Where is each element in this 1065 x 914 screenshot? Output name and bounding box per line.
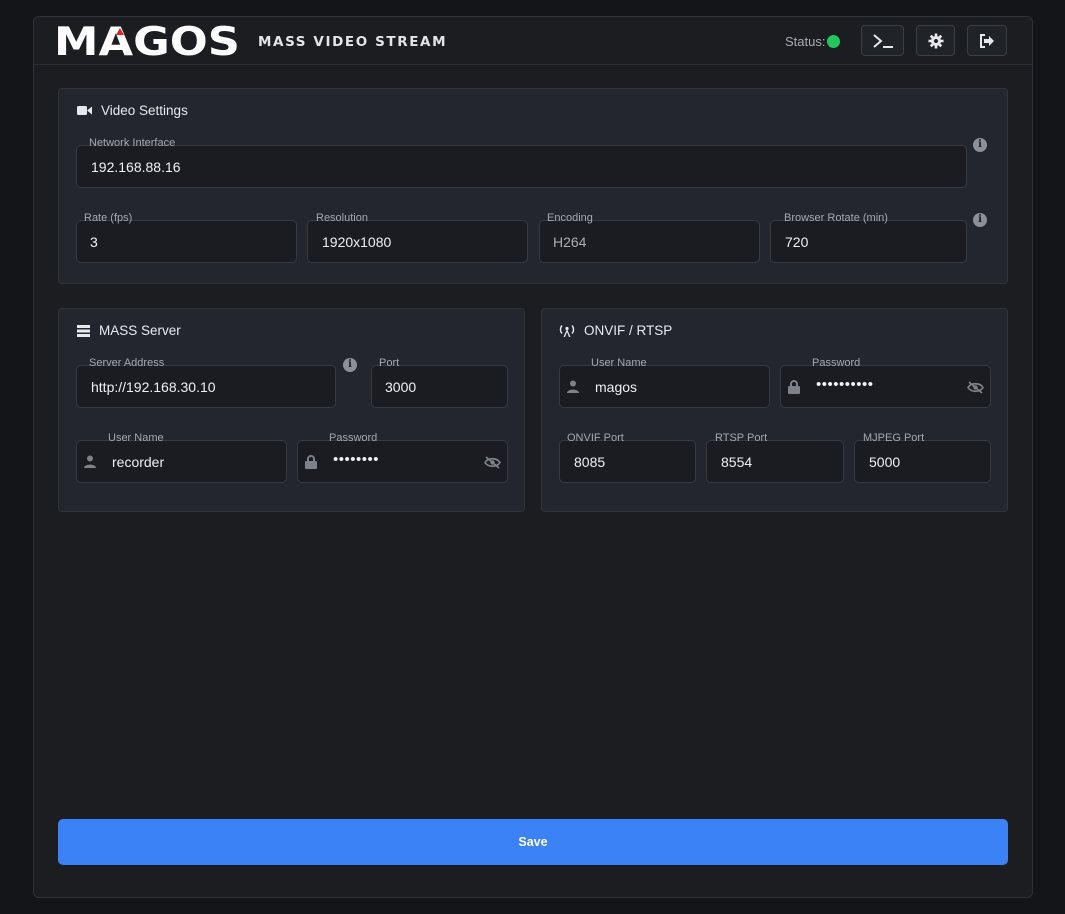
rate-field[interactable]: Rate (fps) 3 — [76, 212, 297, 263]
browser-rotate-label: Browser Rotate (min) — [784, 212, 888, 224]
onvif-port-label: ONVIF Port — [567, 432, 624, 444]
onvif-rtsp-card: ONVIF / RTSP User Name magos Password ••… — [541, 308, 1008, 512]
mass-username-field[interactable]: User Name recorder — [76, 432, 287, 483]
resolution-field[interactable]: Resolution 1920x1080 — [307, 212, 528, 263]
magos-logo: MAGOS — [54, 25, 240, 57]
port-field[interactable]: Port 3000 — [371, 357, 508, 408]
mass-server-card: MASS Server Server Address http://192.16… — [58, 308, 525, 512]
app-subtitle: MASS VIDEO STREAM — [258, 34, 448, 50]
onvif-rtsp-title: ONVIF / RTSP — [559, 323, 672, 338]
onvif-rtsp-title-text: ONVIF / RTSP — [584, 323, 673, 338]
header: MAGOS MASS VIDEO STREAM Status: — [34, 17, 1032, 65]
rtsp-port-label: RTSP Port — [715, 432, 768, 444]
video-settings-title: Video Settings — [77, 103, 188, 118]
onvif-password-label: Password — [812, 357, 861, 369]
port-value: 3000 — [385, 379, 417, 395]
onvif-username-value: magos — [595, 379, 638, 395]
mjpeg-port-field[interactable]: MJPEG Port 5000 — [854, 432, 991, 483]
mass-password-value: •••••••• — [333, 451, 380, 468]
mjpeg-port-value: 5000 — [869, 454, 901, 470]
eye-slash-icon[interactable] — [484, 456, 501, 474]
gear-icon — [928, 33, 943, 48]
server-icon — [77, 324, 90, 337]
network-interface-value: 192.168.88.16 — [91, 159, 181, 175]
network-interface-label: Network Interface — [89, 137, 176, 149]
logout-icon — [980, 33, 994, 48]
network-interface-field[interactable]: Network Interface 192.168.88.16 — [76, 137, 967, 188]
mjpeg-port-label: MJPEG Port — [863, 432, 925, 444]
onvif-username-label: User Name — [591, 357, 647, 369]
video-camera-icon — [77, 105, 92, 116]
app-container: MAGOS MASS VIDEO STREAM Status: Video Se… — [33, 16, 1033, 898]
onvif-password-field[interactable]: Password •••••••••• — [780, 357, 991, 408]
rate-label: Rate (fps) — [84, 212, 133, 224]
mass-server-title-text: MASS Server — [99, 323, 181, 338]
onvif-username-field[interactable]: User Name magos — [559, 357, 770, 408]
port-label: Port — [379, 357, 400, 369]
status-label: Status: — [785, 34, 826, 49]
terminal-button[interactable] — [861, 25, 904, 56]
terminal-icon — [872, 33, 893, 48]
mass-password-label: Password — [329, 432, 378, 444]
encoding-field: Encoding H264 — [539, 212, 760, 263]
encoding-value: H264 — [553, 234, 587, 250]
mass-username-value: recorder — [112, 454, 165, 470]
video-settings-card: Video Settings Network Interface 192.168… — [58, 88, 1008, 284]
settings-button[interactable] — [916, 25, 955, 56]
onvif-port-field[interactable]: ONVIF Port 8085 — [559, 432, 696, 483]
logout-button[interactable] — [967, 25, 1007, 56]
rtsp-port-field[interactable]: RTSP Port 8554 — [706, 432, 844, 483]
rtsp-port-value: 8554 — [721, 454, 753, 470]
user-icon — [567, 380, 579, 398]
info-icon[interactable]: i — [973, 213, 987, 227]
lock-icon — [788, 380, 800, 399]
encoding-label: Encoding — [547, 212, 593, 224]
onvif-password-value: •••••••••• — [816, 376, 874, 393]
server-address-value: http://192.168.30.10 — [91, 379, 216, 395]
save-button[interactable]: Save — [58, 819, 1008, 865]
rate-value: 3 — [90, 234, 98, 250]
eye-slash-icon[interactable] — [967, 381, 984, 399]
server-address-label: Server Address — [89, 357, 165, 369]
server-address-field[interactable]: Server Address http://192.168.30.10 — [76, 357, 336, 408]
lock-icon — [305, 455, 317, 474]
svg-text:MAGOS: MAGOS — [54, 25, 240, 57]
status-indicator — [827, 35, 840, 48]
onvif-port-value: 8085 — [574, 454, 606, 470]
video-settings-title-text: Video Settings — [101, 103, 188, 118]
mass-password-field[interactable]: Password •••••••• — [297, 432, 508, 483]
resolution-value: 1920x1080 — [322, 234, 392, 250]
info-icon[interactable]: i — [973, 138, 987, 152]
mass-server-title: MASS Server — [77, 323, 181, 338]
browser-rotate-field[interactable]: Browser Rotate (min) 720 — [770, 212, 967, 263]
resolution-label: Resolution — [316, 212, 368, 224]
user-icon — [84, 455, 96, 473]
mass-username-label: User Name — [108, 432, 164, 444]
browser-rotate-value: 720 — [785, 234, 809, 250]
info-icon[interactable]: i — [343, 358, 357, 372]
broadcast-tower-icon — [559, 324, 575, 337]
